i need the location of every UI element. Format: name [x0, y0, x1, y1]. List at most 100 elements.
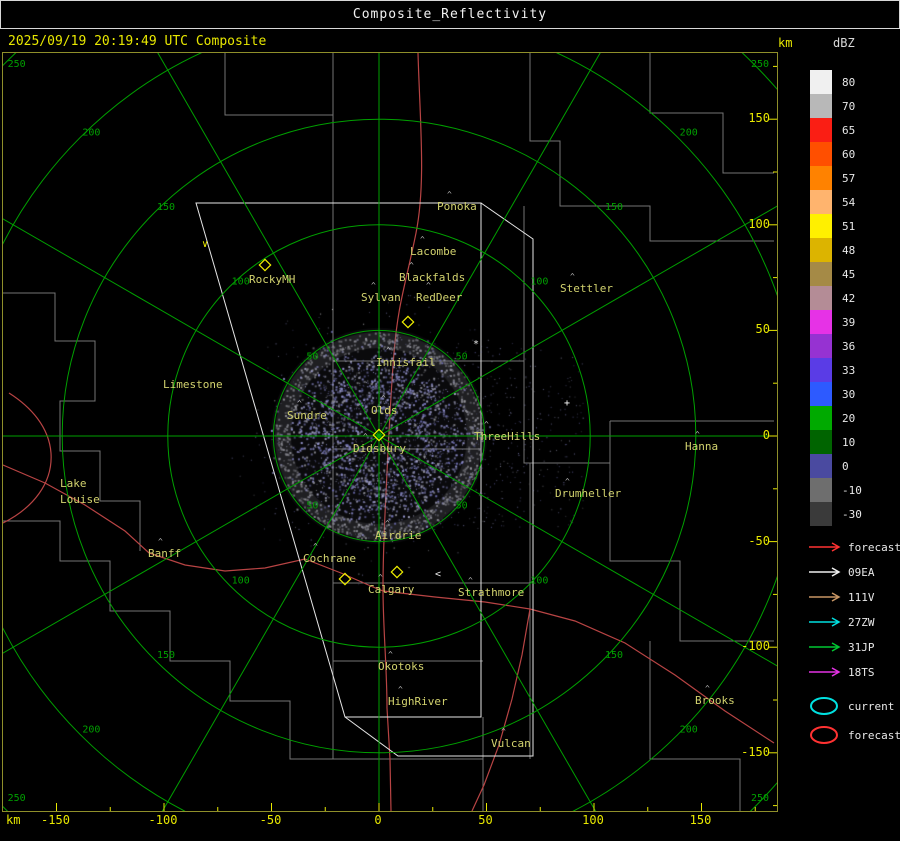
axis-label-right: 50	[756, 322, 770, 336]
city-label: Louise	[60, 493, 100, 506]
colorbar-value: 70	[842, 100, 855, 113]
city-label: Drumheller	[555, 487, 621, 500]
legend-label: 31JP	[848, 641, 875, 654]
city-label: Blackfalds	[399, 271, 465, 284]
legend-item: 31JP	[808, 640, 875, 654]
city-label: Brooks	[695, 694, 735, 707]
city-label: Innisfail	[376, 356, 436, 369]
legend-arrow-icon	[808, 665, 842, 679]
city-marker: ^	[158, 537, 163, 546]
colorbar-swatch	[810, 70, 832, 94]
axis-label-bottom: 100	[582, 813, 604, 827]
city-label: Okotoks	[378, 660, 424, 673]
axis-label-bottom: -100	[149, 813, 178, 827]
page-title: Composite_Reflectivity	[353, 7, 547, 22]
colorbar-value: 30	[842, 388, 855, 401]
city-marker: ^	[388, 650, 393, 659]
city-label: RockyMH	[249, 273, 295, 286]
city-marker: ^	[378, 573, 383, 582]
city-marker: ^	[386, 346, 391, 355]
legend-item: forecast	[808, 540, 900, 554]
legend-label: 111V	[848, 591, 875, 604]
city-label: RedDeer	[416, 291, 462, 304]
colorbar-value: -10	[842, 484, 862, 497]
axis-label-right: -150	[741, 745, 770, 759]
legend-label: 18TS	[848, 666, 875, 679]
colorbar-value: 65	[842, 124, 855, 137]
city-label: Banff	[148, 547, 181, 560]
axis-label-right: 100	[748, 217, 770, 231]
colorbar-swatch	[810, 94, 832, 118]
legend-item: forecast	[808, 725, 900, 745]
radar-map: 5050505010010010010015015015015020020020…	[2, 52, 778, 812]
city-label: Stettler	[560, 282, 613, 295]
city-label: Hanna	[685, 440, 718, 453]
legend-item: current	[808, 696, 894, 716]
legend-item: 18TS	[808, 665, 875, 679]
legend-arrow-icon	[808, 590, 842, 604]
city-label: Sylvan	[361, 291, 401, 304]
colorbar-value: 20	[842, 412, 855, 425]
colorbar-swatch	[810, 286, 832, 310]
colorbar-swatch	[810, 238, 832, 262]
city-label: Ponoka	[437, 200, 477, 213]
city-marker: ^	[420, 235, 425, 244]
colorbar-value: 39	[842, 316, 855, 329]
colorbar-swatch	[810, 430, 832, 454]
city-marker: ^	[447, 190, 452, 199]
legend-arrow-icon	[808, 640, 842, 654]
legend: forecast 09EA 111V 27ZW 31JP 18TS current forec…	[806, 540, 900, 755]
axis-label-right: -100	[741, 639, 770, 653]
colorbar-swatch	[810, 262, 832, 286]
colorbar-swatch	[810, 310, 832, 334]
city-marker: ^	[385, 519, 390, 528]
map-label-layer: 150100500-50-100-150Ponoka^Lacombe^Black…	[3, 53, 777, 811]
colorbar-swatch	[810, 382, 832, 406]
axis-label-bottom: 50	[478, 813, 492, 827]
colorbar-value: 48	[842, 244, 855, 257]
city-label: Sundre	[287, 409, 327, 422]
legend-item: 111V	[808, 590, 875, 604]
axis-label-bottom: -150	[41, 813, 70, 827]
city-marker: ^	[468, 576, 473, 585]
colorbar-value: 36	[842, 340, 855, 353]
legend-label: forecast	[848, 541, 900, 554]
city-label: Vulcan	[491, 737, 531, 750]
axis-label-bottom: 0	[374, 813, 381, 827]
axis-label-right: -50	[748, 534, 770, 548]
legend-arrow-icon	[808, 615, 842, 629]
axis-unit-top-right: km	[778, 36, 792, 50]
colorbar-swatch	[810, 214, 832, 238]
legend-item: 09EA	[808, 565, 875, 579]
city-marker: ^	[297, 399, 302, 408]
city-marker: ^	[570, 272, 575, 281]
city-label: Strathmore	[458, 586, 524, 599]
city-marker: ^	[565, 477, 570, 486]
city-marker: ^	[484, 420, 489, 429]
colorbar-swatch	[810, 406, 832, 430]
colorbar-value: -30	[842, 508, 862, 521]
city-marker: ^	[501, 727, 506, 736]
colorbar-value: 60	[842, 148, 855, 161]
colorbar-value: 10	[842, 436, 855, 449]
city-label: Olds	[371, 404, 398, 417]
city-label: Airdrie	[375, 529, 421, 542]
colorbar-value: 57	[842, 172, 855, 185]
axis-label-bottom: -50	[260, 813, 282, 827]
city-label: Lake	[60, 477, 87, 490]
colorbar-swatch	[810, 334, 832, 358]
axis-label-right: 0	[763, 428, 770, 442]
colorbar-value: 45	[842, 268, 855, 281]
legend-ellipse-icon	[808, 696, 842, 716]
legend-label: 09EA	[848, 566, 875, 579]
legend-item: 27ZW	[808, 615, 875, 629]
city-marker: ^	[363, 432, 368, 441]
legend-label: current	[848, 700, 894, 713]
city-marker: ^	[371, 281, 376, 290]
city-marker: ^	[426, 281, 431, 290]
city-marker: ^	[705, 684, 710, 693]
legend-arrow-icon	[808, 540, 842, 554]
colorbar-value: 33	[842, 364, 855, 377]
colorbar-value: 42	[842, 292, 855, 305]
colorbar: 807065605754514845423936333020100-10-30	[806, 70, 900, 536]
